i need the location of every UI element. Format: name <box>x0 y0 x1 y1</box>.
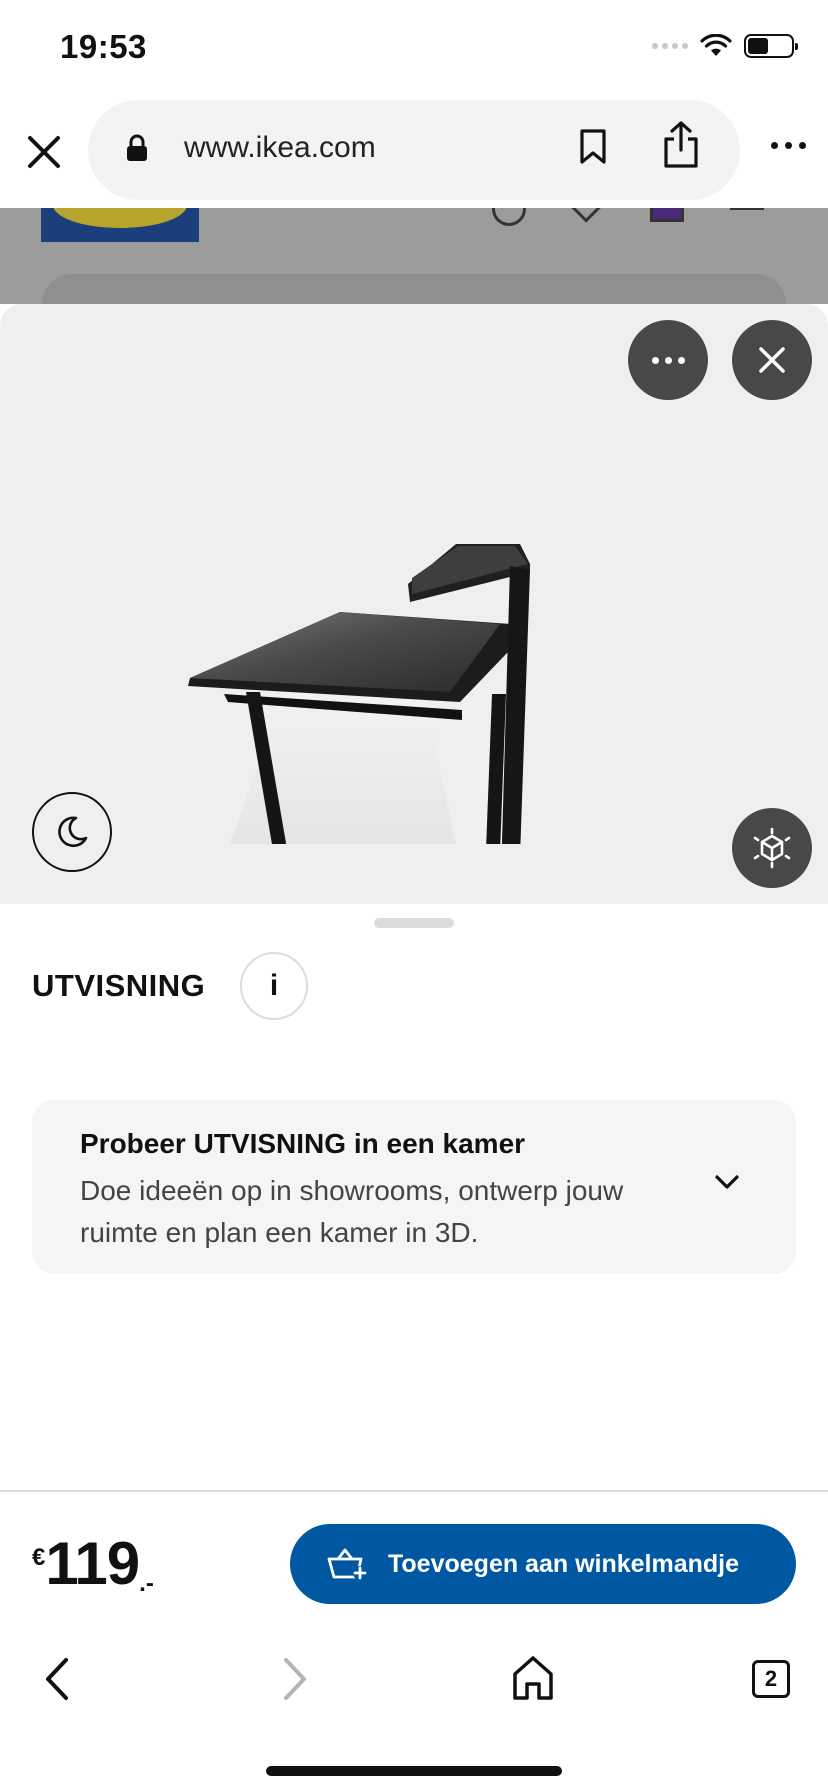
room-planner-card[interactable]: Probeer UTVISNING in een kamer Doe ideeë… <box>32 1100 796 1274</box>
background-page <box>0 208 828 304</box>
home-indicator <box>266 1766 562 1776</box>
lock-icon <box>127 134 147 161</box>
moon-icon <box>58 816 88 848</box>
ikea-logo <box>41 208 199 242</box>
tabs-button[interactable]: 2 <box>752 1660 790 1698</box>
status-bar: 19:53 <box>0 0 828 96</box>
bookmark-icon[interactable] <box>578 128 608 166</box>
add-to-basket-icon <box>327 1548 367 1580</box>
price-integer: 119 <box>45 1530 140 1597</box>
price-currency: € <box>32 1544 46 1571</box>
view-in-room-button[interactable] <box>732 808 812 888</box>
close-tab-icon[interactable] <box>22 130 66 174</box>
chevron-down-icon[interactable] <box>714 1174 740 1190</box>
more-icon <box>651 356 685 364</box>
browser-more-icon[interactable] <box>771 142 806 149</box>
share-icon[interactable] <box>662 120 700 170</box>
address-bar[interactable]: www.ikea.com <box>88 100 740 200</box>
night-mode-button[interactable] <box>32 792 112 872</box>
status-time: 19:53 <box>60 28 147 65</box>
wifi-icon <box>700 34 732 56</box>
home-icon[interactable] <box>510 1654 556 1702</box>
menu-icon <box>730 208 764 210</box>
url-text: www.ikea.com <box>184 131 376 164</box>
back-arrow-icon[interactable] <box>38 1654 78 1704</box>
status-icons <box>652 34 798 58</box>
add-to-cart-label: Toevoegen aan winkelmandje <box>388 1549 740 1578</box>
ar-cube-icon <box>753 827 791 869</box>
wishlist-icon <box>566 208 602 223</box>
price-decimal: .- <box>139 1570 154 1597</box>
add-to-cart-button[interactable]: Toevoegen aan winkelmandje <box>290 1524 796 1604</box>
sheet-grabber[interactable] <box>374 918 454 928</box>
cellular-signal-icon <box>652 43 688 49</box>
desk-3d-model[interactable] <box>180 424 580 844</box>
product-3d-viewer[interactable] <box>0 304 828 904</box>
product-name: UTVISNING <box>32 968 206 1003</box>
close-icon <box>759 347 785 373</box>
product-info-button[interactable]: i <box>240 952 308 1020</box>
divider <box>0 1490 828 1492</box>
viewer-close-button[interactable] <box>732 320 812 400</box>
cart-icon <box>650 208 684 222</box>
forward-arrow-icon[interactable] <box>274 1654 314 1704</box>
user-icon <box>492 208 526 226</box>
browser-toolbar: www.ikea.com <box>0 96 828 208</box>
promo-title: Probeer UTVISNING in een kamer <box>80 1128 526 1159</box>
viewer-more-button[interactable] <box>628 320 708 400</box>
product-price: € 119 .- <box>32 1534 154 1598</box>
background-search-bar <box>42 274 786 304</box>
promo-description: Doe ideeën op in showrooms, ontwerp jouw… <box>80 1175 624 1248</box>
battery-icon <box>744 34 798 58</box>
